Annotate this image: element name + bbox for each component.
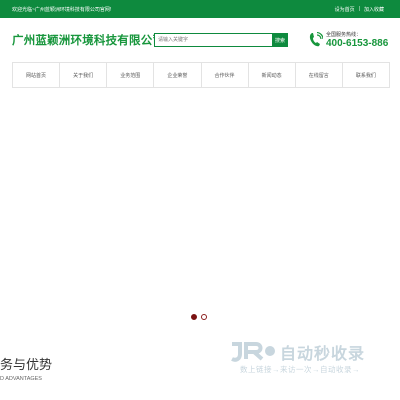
- main-nav: 网站首页 关于我们 业务范围 企业荣誉 合作伙伴 新闻动态 在线留言 联系我们: [12, 62, 390, 88]
- nav-item-about[interactable]: 关于我们: [59, 63, 106, 87]
- nav-item-partners[interactable]: 合作伙伴: [200, 63, 248, 87]
- carousel-pagination: [191, 314, 207, 320]
- carousel-dot-1[interactable]: [191, 314, 197, 320]
- phone-icon: [309, 32, 323, 47]
- carousel-dot-2[interactable]: [201, 314, 207, 320]
- watermark-title: 自动秒收录: [280, 346, 366, 363]
- section-title: 务与优势: [0, 357, 53, 372]
- nav-item-home[interactable]: 网站首页: [12, 63, 59, 87]
- watermark-subtitle: 数上链接→来访一次→自动收录→: [240, 365, 360, 374]
- nav-item-honors[interactable]: 企业荣誉: [153, 63, 200, 87]
- nav-item-news[interactable]: 新闻动态: [247, 63, 295, 87]
- company-logo-text[interactable]: 广州蓝颖洲环境科技有限公司: [12, 32, 164, 48]
- top-links: 设为首页 | 加入收藏: [335, 6, 384, 13]
- search-box: 搜索: [154, 33, 288, 47]
- set-homepage-link[interactable]: 设为首页: [335, 6, 355, 13]
- header: 广州蓝颖洲环境科技有限公司 搜索 全国服务热线： 400-6153-886: [0, 18, 400, 62]
- search-input[interactable]: [154, 33, 272, 47]
- section-subtitle: D ADVANTAGES: [0, 376, 42, 382]
- top-links-divider: |: [358, 6, 360, 12]
- nav-item-message[interactable]: 在线留言: [294, 63, 342, 87]
- welcome-text: 欢迎光临~广州蓝颖洲环境科技有限公司官网!: [12, 7, 112, 13]
- hotline-number: 400-6153-886: [326, 38, 389, 49]
- search-button[interactable]: 搜索: [272, 33, 288, 47]
- nav-item-business[interactable]: 业务范围: [106, 63, 153, 87]
- hotline-label: 全国服务热线：: [326, 32, 362, 38]
- top-bar: 欢迎光临~广州蓝颖洲环境科技有限公司官网! 设为首页 | 加入收藏: [0, 0, 400, 18]
- watermark-logo-icon: [231, 342, 275, 362]
- nav-item-contact[interactable]: 联系我们: [341, 63, 390, 87]
- add-favorite-link[interactable]: 加入收藏: [364, 6, 384, 13]
